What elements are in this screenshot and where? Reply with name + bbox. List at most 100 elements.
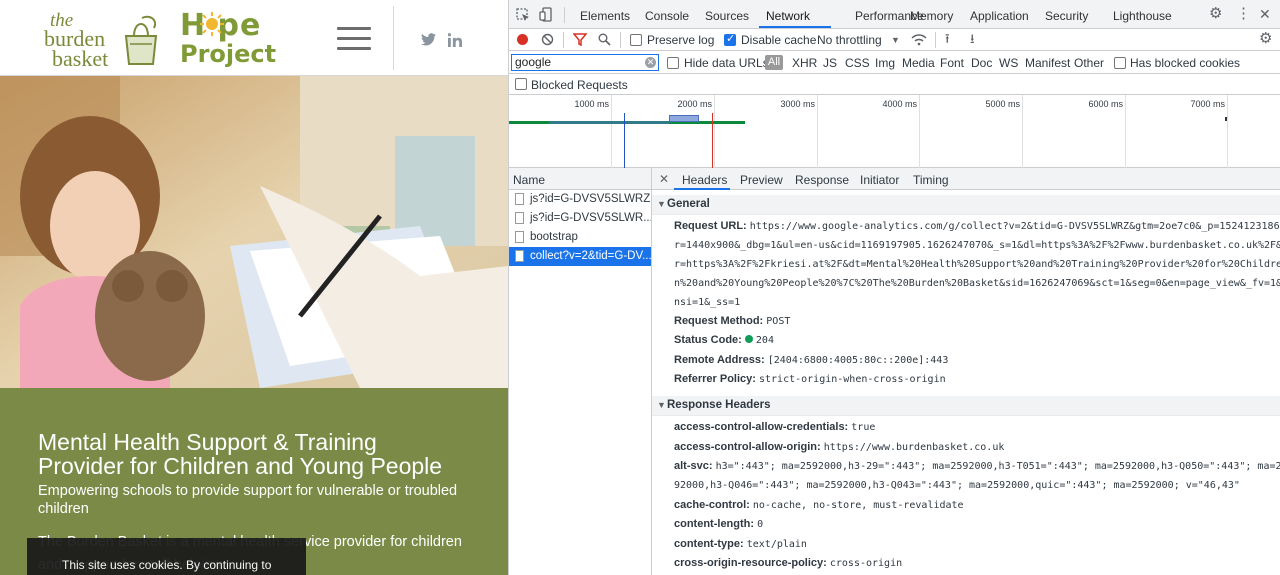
disable-cache-checkbox[interactable] <box>724 32 736 46</box>
preserve-log-checkbox[interactable] <box>630 34 642 46</box>
blocked-requests-checkbox[interactable] <box>515 78 527 90</box>
record-icon[interactable] <box>516 33 529 46</box>
header-value: 0 <box>757 519 764 530</box>
device-toolbar-icon[interactable] <box>539 7 553 22</box>
disable-cache-label: Disable cache <box>741 33 817 47</box>
network-settings-gear-icon[interactable]: ⚙ <box>1259 31 1272 46</box>
has-blocked-cookies-checkbox[interactable] <box>1114 57 1126 69</box>
network-timeline-overview[interactable]: 1000 ms 2000 ms 3000 ms 4000 ms 5000 ms … <box>509 95 1280 168</box>
header-row: cross-origin-resource-policy: cross-orig… <box>674 557 902 569</box>
close-devtools-icon[interactable]: ✕ <box>1259 7 1271 21</box>
filter-type-manifest[interactable]: Manifest <box>1025 56 1070 70</box>
status-ok-icon <box>744 335 753 343</box>
hope-project-logo[interactable]: H pe Project <box>178 8 278 70</box>
header-name: content-length: <box>674 518 758 530</box>
sun-icon <box>200 12 224 36</box>
timeline-gridline <box>611 95 612 168</box>
settings-gear-icon[interactable]: ⚙ <box>1209 6 1222 21</box>
filter-type-doc[interactable]: Doc <box>971 56 992 70</box>
header-row: alt-svc: h3=":443"; ma=2592000,h3-29=":4… <box>674 460 1280 472</box>
request-row[interactable]: js?id=G-DVSV5SLWR... <box>509 209 651 228</box>
tab-application[interactable]: Application <box>970 9 1029 23</box>
tab-network[interactable]: Network <box>766 9 810 23</box>
filter-icon[interactable] <box>573 33 587 46</box>
timeline-gridline <box>714 95 715 168</box>
status-code-row: Status Code: 204 <box>674 334 774 346</box>
tab-preview[interactable]: Preview <box>740 173 783 187</box>
hero-heading-line-1: Mental Health Support & Training <box>38 429 377 455</box>
general-section-title: General <box>667 198 710 210</box>
response-headers-section-header[interactable]: ▼ Response Headers <box>652 396 1280 416</box>
hero-subheading-line-2: children <box>38 501 89 517</box>
export-har-icon[interactable]: ⭳ <box>970 32 975 46</box>
request-name: bootstrap <box>530 231 578 243</box>
hide-data-urls-checkbox[interactable] <box>667 57 679 69</box>
timeline-tick-label: 6000 ms <box>1088 99 1123 109</box>
website-viewport: the burden basket H pe Project Mental He… <box>0 0 508 575</box>
tab-sources[interactable]: Sources <box>705 9 749 23</box>
header-name: cross-origin-resource-policy: <box>674 557 830 569</box>
twitter-icon[interactable] <box>421 33 436 46</box>
filter-type-ws[interactable]: WS <box>999 56 1018 70</box>
request-list-header-name[interactable]: Name <box>509 168 651 190</box>
basket-icon <box>124 15 158 65</box>
hero-heading: Mental Health Support & Training Provide… <box>38 430 478 478</box>
filter-type-js[interactable]: JS <box>823 56 837 70</box>
search-icon[interactable] <box>598 33 611 46</box>
filter-type-all[interactable]: All <box>765 55 783 70</box>
tab-security[interactable]: Security <box>1045 9 1088 23</box>
request-url-value-cont: r=1440x900&_dbg=1&ul=en-us&cid=116919790… <box>674 240 1280 251</box>
general-section-header[interactable]: ▼ General <box>652 195 1280 215</box>
status-code-label: Status Code: <box>674 334 745 346</box>
cookie-banner: This site uses cookies. By continuing to <box>27 538 306 575</box>
clear-filter-icon[interactable]: ✕ <box>645 57 656 68</box>
tab-elements[interactable]: Elements <box>580 9 630 23</box>
close-details-icon[interactable]: ✕ <box>659 172 669 186</box>
toolbar-separator <box>564 7 565 23</box>
request-name: collect?v=2&tid=G-DV... <box>530 250 651 262</box>
hamburger-menu-icon[interactable] <box>337 27 371 50</box>
linkedin-icon[interactable] <box>448 33 462 47</box>
request-row[interactable]: js?id=G-DVSV5SLWRZ <box>509 190 651 209</box>
header-value: https://www.burdenbasket.co.uk <box>823 442 1005 453</box>
filter-type-css[interactable]: CSS <box>845 56 870 70</box>
network-conditions-icon[interactable] <box>911 33 927 46</box>
tab-lighthouse[interactable]: Lighthouse <box>1113 9 1172 23</box>
tab-timing[interactable]: Timing <box>913 173 949 187</box>
timeline-gridline <box>1125 95 1126 168</box>
header-name: access-control-allow-credentials: <box>674 421 852 433</box>
header-name: alt-svc: <box>674 460 716 472</box>
has-blocked-cookies-label: Has blocked cookies <box>1130 56 1241 70</box>
request-row-selected[interactable]: collect?v=2&tid=G-DV... <box>509 247 651 266</box>
request-row[interactable]: bootstrap <box>509 228 651 247</box>
clear-log-icon[interactable] <box>541 33 554 46</box>
import-har-icon[interactable]: ⭱ <box>945 32 950 46</box>
request-url-label: Request URL: <box>674 220 750 232</box>
filter-type-other[interactable]: Other <box>1074 56 1104 70</box>
hero-heading-line-2: Provider for Children and Young People <box>38 453 443 479</box>
filter-type-img[interactable]: Img <box>875 56 895 70</box>
details-tab-bar: ✕ Headers Preview Response Initiator Tim… <box>652 168 1280 190</box>
filter-type-xhr[interactable]: XHR <box>792 56 817 70</box>
timeline-tick-label: 5000 ms <box>985 99 1020 109</box>
remote-address-value: [2404:6800:4005:80c::200e]:443 <box>767 355 949 366</box>
referrer-policy-value: strict-origin-when-cross-origin <box>758 374 946 385</box>
filter-type-media[interactable]: Media <box>902 56 935 70</box>
inspect-element-icon[interactable] <box>516 8 530 22</box>
throttling-select[interactable]: No throttling <box>817 33 882 47</box>
file-icon <box>515 250 524 262</box>
timeline-gridline <box>1227 95 1228 168</box>
filter-input[interactable]: google ✕ <box>511 54 659 71</box>
more-options-icon[interactable]: ⋮ <box>1236 6 1251 21</box>
chevron-down-icon: ▼ <box>891 35 900 45</box>
tab-memory[interactable]: Memory <box>910 9 953 23</box>
header-row: content-length: 0 <box>674 518 763 530</box>
tab-initiator[interactable]: Initiator <box>860 173 899 187</box>
burden-basket-logo[interactable]: the burden basket <box>40 8 170 71</box>
tab-console[interactable]: Console <box>645 9 689 23</box>
timeline-tick-label: 7000 ms <box>1190 99 1225 109</box>
tab-response[interactable]: Response <box>795 173 849 187</box>
filter-type-font[interactable]: Font <box>940 56 964 70</box>
remote-address-label: Remote Address: <box>674 354 768 366</box>
tab-headers[interactable]: Headers <box>682 173 727 187</box>
